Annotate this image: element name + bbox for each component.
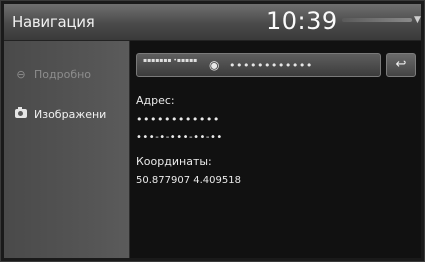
- address-line-2: •••-•-•••-••-••: [136, 132, 223, 143]
- address-label: Адрес:: [136, 94, 175, 107]
- location-name: ••••••••••••: [229, 59, 313, 72]
- clock: 10:39: [266, 7, 338, 35]
- signal-bar: [342, 18, 412, 22]
- sidebar: ⊖ Подробно Изображени: [4, 41, 130, 258]
- coordinates-value: 50.877907 4.409518: [136, 175, 241, 186]
- sidebar-item-details[interactable]: ⊖ Подробно: [12, 61, 126, 87]
- info-icon: ⊖: [16, 67, 26, 81]
- pin-icon: ◉: [209, 58, 220, 72]
- back-icon: ↩: [395, 57, 407, 72]
- location-name-bar[interactable]: ▪▪▪▪▪▪▪ •▪▪▪▪▪ ◉ ••••••••••••: [136, 53, 381, 77]
- sidebar-item-photo[interactable]: Изображени: [12, 101, 126, 127]
- coordinates-label: Координаты:: [136, 155, 212, 168]
- back-button[interactable]: ↩: [386, 53, 416, 77]
- signal-icon: ▼: [414, 15, 421, 25]
- location-details-panel: ▪▪▪▪▪▪▪ •▪▪▪▪▪ ◉ •••••••••••• ↩ Адрес: •…: [130, 41, 421, 258]
- page-title: Навигация: [12, 13, 95, 31]
- sidebar-item-label: Подробно: [34, 67, 92, 81]
- title-bar: Навигация 10:39 ▼: [4, 4, 421, 41]
- location-small-text: ▪▪▪▪▪▪▪ •▪▪▪▪▪: [143, 57, 198, 64]
- camera-icon: [12, 106, 30, 121]
- address-line-1: ••••••••••••: [136, 113, 220, 126]
- sidebar-item-label: Изображени: [34, 107, 107, 121]
